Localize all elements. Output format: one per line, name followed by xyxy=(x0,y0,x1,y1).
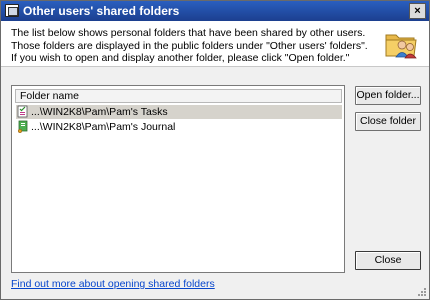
journal-icon xyxy=(17,120,28,133)
list-item-label: ...\WIN2K8\Pam\Pam's Journal xyxy=(31,121,176,133)
list-item-label: ...\WIN2K8\Pam\Pam's Tasks xyxy=(31,106,168,118)
title-close-button[interactable]: × xyxy=(409,3,426,19)
list-item[interactable]: ...\WIN2K8\Pam\Pam's Tasks xyxy=(16,105,342,119)
tasks-icon xyxy=(17,105,28,118)
description-text: The list below shows personal folders th… xyxy=(11,27,368,64)
app-icon xyxy=(5,4,19,17)
shared-folders-dialog: Other users' shared folders × The list b… xyxy=(0,0,430,300)
dialog-header: The list below shows personal folders th… xyxy=(1,21,429,67)
resize-grip-icon[interactable] xyxy=(417,287,427,297)
close-button[interactable]: Close xyxy=(355,251,421,270)
title-bar[interactable]: Other users' shared folders × xyxy=(1,1,429,21)
help-link[interactable]: Find out more about opening shared folde… xyxy=(11,278,215,290)
shared-folders-list[interactable]: Folder name ...\WIN2K8\Pam\Pam's Tasks .… xyxy=(11,85,345,273)
shared-folder-users-icon xyxy=(385,34,417,59)
column-header-label: Folder name xyxy=(20,90,79,102)
list-item[interactable]: ...\WIN2K8\Pam\Pam's Journal xyxy=(16,120,342,134)
open-folder-button[interactable]: Open folder... xyxy=(355,86,421,105)
column-header-folder-name[interactable]: Folder name xyxy=(15,89,342,103)
window-title: Other users' shared folders xyxy=(23,4,180,18)
close-folder-button[interactable]: Close folder xyxy=(355,112,421,131)
